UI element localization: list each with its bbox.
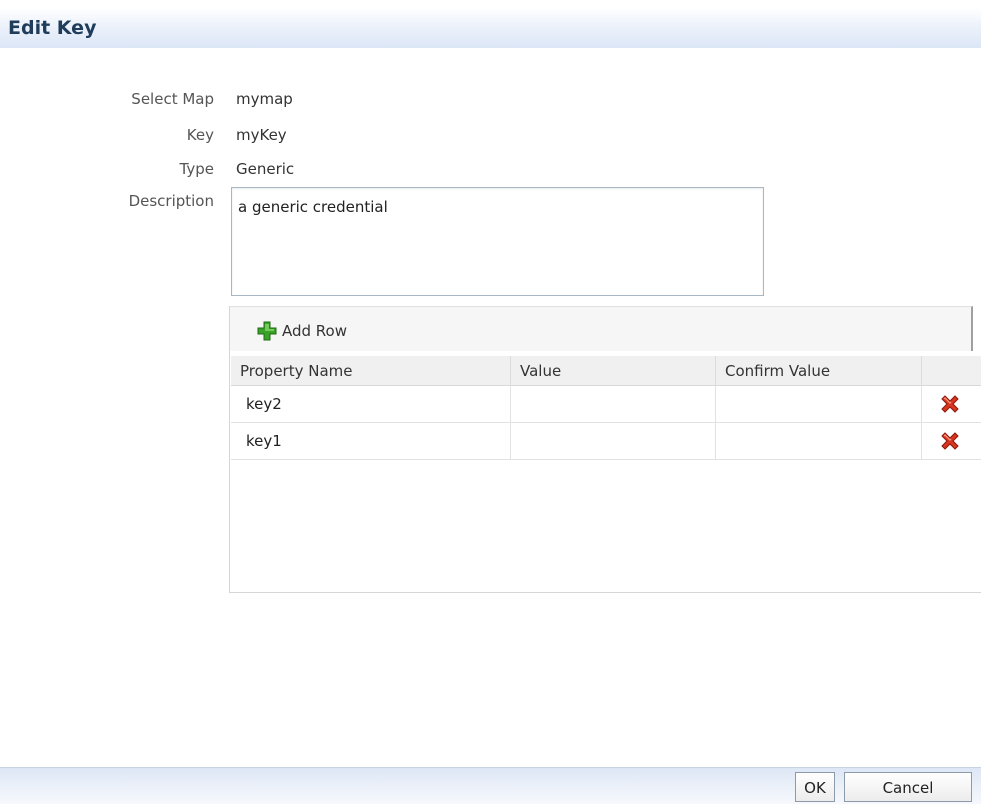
column-header-value[interactable]: Value (511, 356, 716, 386)
table-row-actions (922, 386, 981, 423)
type-label: Type (179, 160, 214, 178)
key-label: Key (186, 126, 214, 144)
type-value: Generic (236, 160, 295, 178)
delete-row-icon[interactable] (939, 393, 961, 415)
properties-table-panel: Add Row Property Name Value Confirm Valu… (229, 306, 981, 593)
key-value: myKey (236, 126, 287, 144)
table-row-property-name[interactable]: key1 (231, 423, 511, 460)
dialog-footer: OK Cancel (0, 767, 981, 804)
table-row-property-name[interactable]: key2 (231, 386, 511, 423)
green-plus-icon (257, 321, 277, 341)
column-header-actions (922, 356, 981, 386)
cancel-button[interactable]: Cancel (844, 772, 972, 802)
description-textarea[interactable]: a generic credential (231, 187, 764, 296)
column-header-confirm-value[interactable]: Confirm Value (716, 356, 922, 386)
description-label: Description (128, 192, 214, 210)
table-toolbar: Add Row (230, 306, 973, 351)
column-header-property-name[interactable]: Property Name (231, 356, 511, 386)
table-row-value-input[interactable] (511, 423, 716, 460)
select-map-label: Select Map (131, 90, 214, 108)
delete-row-icon[interactable] (939, 430, 961, 452)
add-row-button[interactable]: Add Row (256, 320, 347, 342)
add-row-label: Add Row (282, 322, 348, 340)
table-row-confirm-value-input[interactable] (716, 386, 922, 423)
select-map-value: mymap (236, 90, 293, 108)
table-row-actions (922, 423, 981, 460)
table-row-value-input[interactable] (511, 386, 716, 423)
dialog-title: Edit Key (8, 17, 97, 39)
table-row-confirm-value-input[interactable] (716, 423, 922, 460)
description-text: a generic credential (238, 198, 388, 216)
ok-button[interactable]: OK (795, 772, 835, 802)
dialog-header: Edit Key (0, 8, 981, 48)
